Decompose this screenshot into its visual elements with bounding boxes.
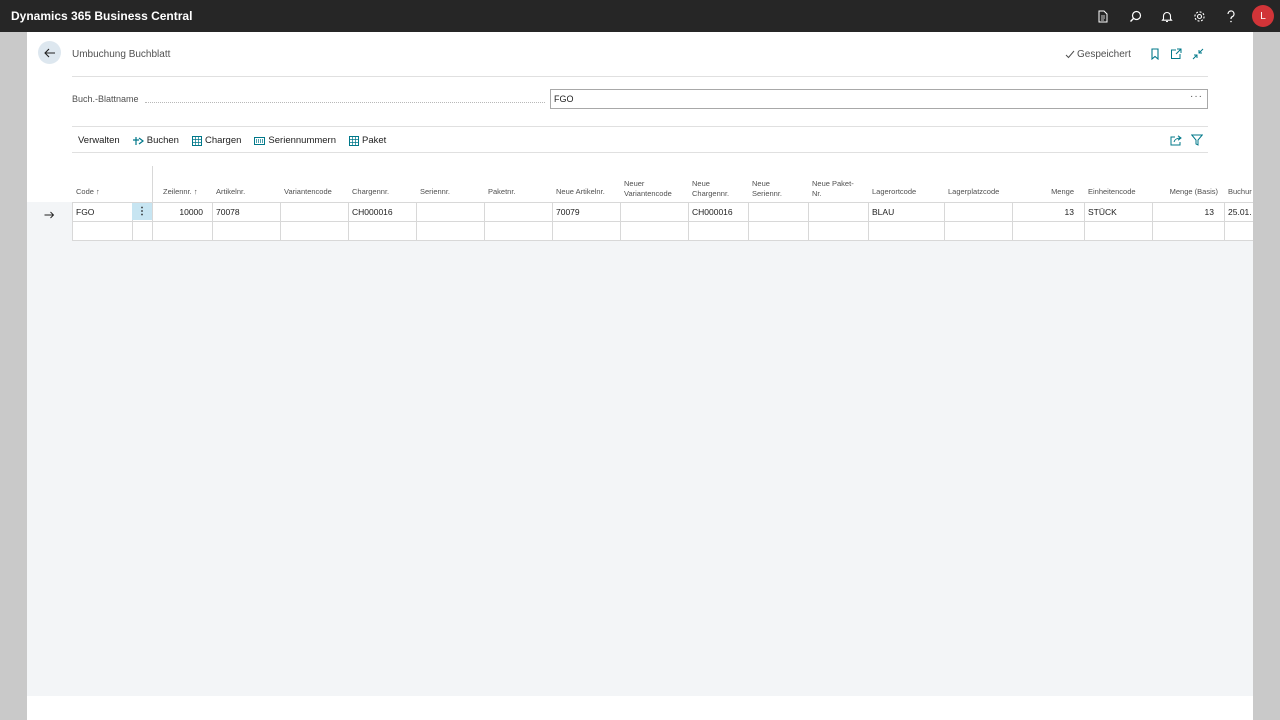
package-button[interactable]: Paket — [349, 135, 386, 146]
col-divider — [944, 202, 945, 240]
avatar[interactable]: L — [1252, 5, 1274, 27]
filter-icon[interactable] — [1189, 132, 1205, 148]
col-header-new-package[interactable]: Neue Paket- Nr. — [812, 179, 854, 199]
col-divider — [348, 202, 349, 240]
page-title: Umbuchung Buchblatt — [72, 49, 171, 60]
col-header-item-no[interactable]: Artikelnr. — [216, 187, 245, 197]
serials-label: Seriennummern — [268, 135, 337, 146]
package-label: Paket — [362, 135, 387, 146]
label-dots — [145, 102, 545, 103]
col-header-lot[interactable]: Chargennr. — [352, 187, 389, 197]
bell-icon[interactable] — [1151, 0, 1183, 32]
cell-code[interactable]: FGO — [76, 207, 94, 217]
col-header-new-serial[interactable]: Neue Seriennr. — [752, 179, 782, 199]
col-divider — [280, 202, 281, 240]
col-divider — [72, 202, 73, 240]
bookmark-icon[interactable] — [1147, 46, 1163, 62]
journal-name-label: Buch.-Blattname — [72, 94, 139, 104]
back-button[interactable] — [38, 41, 61, 64]
serials-button[interactable]: Seriennummern — [254, 135, 336, 146]
col-divider — [1224, 202, 1225, 240]
current-row-arrow-icon — [44, 206, 55, 224]
cell-lot[interactable]: CH000016 — [352, 207, 393, 217]
post-button[interactable]: Buchen — [132, 135, 179, 146]
row-divider — [72, 221, 1253, 222]
row-divider — [72, 240, 1253, 241]
col-divider — [484, 202, 485, 240]
cell-uom[interactable]: STÜCK — [1088, 207, 1117, 217]
row-actions-icon[interactable]: ⋮ — [132, 203, 152, 220]
col-divider — [552, 202, 553, 240]
col-divider — [1152, 202, 1153, 240]
col-header-posting-date[interactable]: Buchur — [1228, 187, 1252, 197]
col-header-location[interactable]: Lagerortcode — [872, 187, 916, 197]
divider — [72, 76, 1208, 77]
col-divider — [416, 202, 417, 240]
cell-qty-base[interactable]: 13 — [1156, 207, 1214, 217]
cell-qty[interactable]: 13 — [1016, 207, 1074, 217]
table-icon — [349, 135, 360, 146]
col-header-new-variant[interactable]: Neuer Variantencode — [624, 179, 672, 199]
row-divider — [72, 202, 1253, 203]
col-header-uom[interactable]: Einheitencode — [1088, 187, 1136, 197]
top-icons: L — [1087, 0, 1274, 32]
open-new-window-icon[interactable] — [1168, 46, 1184, 62]
share-icon[interactable] — [1168, 132, 1184, 148]
col-header-bin[interactable]: Lagerplatzcode — [948, 187, 999, 197]
col-header-line-no[interactable]: Zeilennr. ↑ — [163, 187, 198, 197]
collapse-icon[interactable] — [1190, 46, 1206, 62]
col-header-qty-base[interactable]: Menge (Basis) — [1154, 187, 1218, 197]
post-icon — [132, 136, 144, 145]
cell-posting-date[interactable]: 25.01. — [1228, 207, 1252, 217]
col-divider — [748, 202, 749, 240]
col-header-package[interactable]: Paketnr. — [488, 187, 516, 197]
post-label: Buchen — [146, 135, 179, 146]
grid-area — [27, 166, 1253, 696]
col-divider — [808, 202, 809, 240]
col-divider — [868, 202, 869, 240]
col-divider — [152, 202, 153, 240]
manage-button[interactable]: Verwalten — [78, 135, 120, 146]
col-divider — [1084, 202, 1085, 240]
col-header-variant[interactable]: Variantencode — [284, 187, 332, 197]
arrow-left-icon — [43, 48, 55, 57]
cell-line-no[interactable]: 10000 — [156, 207, 203, 217]
page-panel: Umbuchung Buchblatt Gespeichert Buch.-Bl… — [27, 32, 1253, 720]
search-icon[interactable] — [1119, 0, 1151, 32]
help-icon[interactable] — [1215, 0, 1247, 32]
col-header-qty[interactable]: Menge — [1012, 187, 1074, 197]
col-divider — [212, 202, 213, 240]
col-header-code[interactable]: Code ↑ — [76, 187, 100, 197]
checkmark-icon — [1065, 50, 1075, 59]
lots-button[interactable]: Chargen — [191, 135, 242, 146]
col-divider — [1012, 202, 1013, 240]
cell-new-item[interactable]: 70079 — [556, 207, 580, 217]
col-header-serial[interactable]: Seriennr. — [420, 187, 450, 197]
journal-name-value: FGO — [554, 94, 574, 104]
col-header-new-lot[interactable]: Neue Chargennr. — [692, 179, 729, 199]
col-divider — [688, 202, 689, 240]
cell-location[interactable]: BLAU — [872, 207, 894, 217]
action-bar: Verwalten Buchen Chargen Seriennummern P… — [72, 132, 399, 149]
top-bar: Dynamics 365 Business Central L — [0, 0, 1280, 32]
header-separator — [152, 166, 153, 202]
app-title: Dynamics 365 Business Central — [11, 9, 193, 23]
divider — [72, 126, 1208, 127]
cell-item-no[interactable]: 70078 — [216, 207, 240, 217]
journal-name-field[interactable]: FGO ··· — [550, 89, 1208, 109]
gear-icon[interactable] — [1183, 0, 1215, 32]
col-divider — [620, 202, 621, 240]
saved-label: Gespeichert — [1077, 49, 1131, 60]
serial-number-icon — [254, 136, 266, 145]
table-icon — [191, 135, 202, 146]
divider — [72, 152, 1208, 153]
more-options-icon[interactable]: ··· — [1190, 91, 1203, 102]
lots-label: Chargen — [204, 135, 242, 146]
cell-new-lot[interactable]: CH000016 — [692, 207, 733, 217]
saved-status: Gespeichert — [1065, 49, 1131, 60]
document-icon[interactable] — [1087, 0, 1119, 32]
col-header-new-item[interactable]: Neue Artikelnr. — [556, 187, 605, 197]
